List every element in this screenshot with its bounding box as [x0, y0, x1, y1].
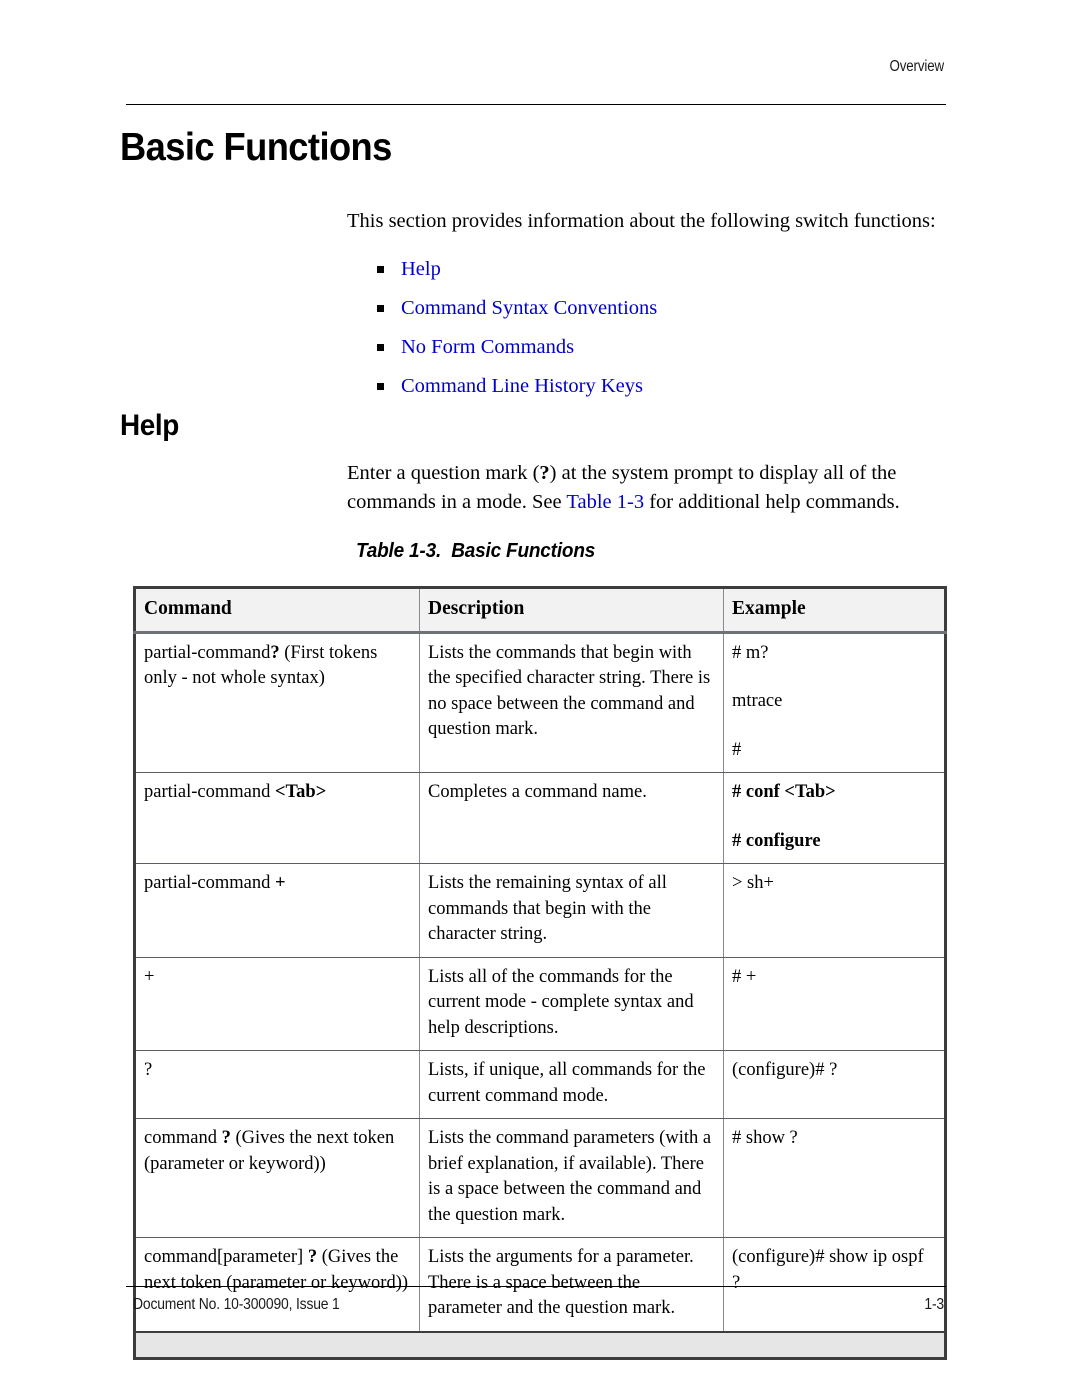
cell-example: (configure)# ?: [723, 1050, 947, 1119]
example-line: # m?: [732, 642, 769, 663]
table-header-row: Command Description Example: [133, 586, 947, 634]
table-caption-title: Basic Functions: [451, 540, 596, 562]
help-paragraph: Enter a question mark (?) at the system …: [347, 459, 907, 516]
cell-example: # conf <Tab> # configure: [723, 772, 947, 864]
example-line: # show ?: [732, 1128, 798, 1148]
table-row: command ? (Gives the next token (paramet…: [133, 1118, 947, 1238]
footer-rule: [126, 1286, 946, 1287]
intro-paragraph: This section provides information about …: [347, 210, 936, 232]
table-caption: Table 1-3. Basic Functions: [356, 540, 595, 563]
cell-command: +: [133, 956, 420, 1051]
link-command-line-history-keys[interactable]: Command Line History Keys: [401, 375, 643, 397]
link-command-syntax-conventions[interactable]: Command Syntax Conventions: [401, 297, 657, 319]
table-footer-row: [133, 1330, 947, 1360]
link-no-form-commands[interactable]: No Form Commands: [401, 336, 574, 358]
square-bullet-icon: [377, 383, 384, 390]
table-row: + Lists all of the commands for the curr…: [133, 956, 947, 1051]
command-text: ?: [144, 1060, 153, 1080]
example-line: (configure)# show ip ospf ?: [732, 1247, 924, 1293]
table-footer: [133, 1330, 947, 1360]
table-caption-label: Table 1-3.: [356, 540, 442, 562]
cell-command: command[parameter] ? (Gives the next tok…: [133, 1237, 420, 1332]
command-text: partial-command: [144, 873, 275, 893]
example-line: # configure: [732, 830, 821, 851]
cell-command: partial-command +: [133, 863, 420, 958]
help-text-part-3: for additional help commands.: [644, 490, 900, 513]
section-link-list: Help Command Syntax Conventions No Form …: [377, 255, 937, 411]
column-header-description: Description: [419, 586, 724, 634]
command-emphasis: ?: [270, 642, 280, 663]
command-text: command: [144, 1128, 222, 1148]
example-line: # +: [732, 966, 757, 987]
example-line: (configure)# ?: [732, 1060, 838, 1080]
example-line: # conf <Tab>: [732, 782, 836, 802]
table-row: command[parameter] ? (Gives the next tok…: [133, 1237, 947, 1332]
table-footer-band: [133, 1330, 947, 1360]
list-item: Command Line History Keys: [377, 372, 937, 411]
cell-description: Lists the command parameters (with a bri…: [419, 1118, 724, 1238]
command-emphasis: +: [275, 873, 286, 893]
cell-description: Lists all of the commands for the curren…: [419, 956, 724, 1051]
cell-example: > sh+: [723, 863, 947, 958]
basic-functions-table-wrapper: Command Description Example partial-comm…: [133, 586, 947, 1360]
cell-description: Lists, if unique, all commands for the c…: [419, 1050, 724, 1119]
list-item: No Form Commands: [377, 333, 937, 372]
column-header-command: Command: [133, 586, 420, 634]
help-question-mark: ?: [539, 462, 550, 484]
column-header-example: Example: [723, 586, 947, 634]
square-bullet-icon: [377, 305, 384, 312]
command-text: partial-command: [144, 782, 275, 802]
cell-example: # show ?: [723, 1118, 947, 1238]
list-item: Help: [377, 255, 937, 294]
table-header: Command Description Example: [133, 586, 947, 634]
command-emphasis: ?: [307, 1247, 318, 1267]
table-row: partial-command <Tab> Completes a comman…: [133, 772, 947, 864]
section-heading-help: Help: [120, 409, 179, 442]
example-line: mtrace: [732, 691, 783, 711]
cell-command: command ? (Gives the next token (paramet…: [133, 1118, 420, 1238]
command-emphasis: <Tab>: [275, 782, 327, 802]
header-rule: [126, 104, 946, 105]
cell-description: Lists the commands that begin with the s…: [419, 631, 724, 773]
link-table-1-3[interactable]: Table 1-3: [566, 491, 644, 513]
command-text: partial-command: [144, 642, 271, 663]
cell-description: Completes a command name.: [419, 772, 724, 864]
table-row: partial-command? (First tokens only - no…: [133, 631, 947, 773]
table-row: partial-command + Lists the remaining sy…: [133, 863, 947, 958]
running-head: Overview: [889, 58, 944, 75]
square-bullet-icon: [377, 266, 384, 273]
list-item: Command Syntax Conventions: [377, 294, 937, 333]
example-line: #: [732, 739, 742, 760]
example-line: > sh+: [732, 873, 774, 893]
cell-example: # m? mtrace #: [723, 631, 947, 773]
basic-functions-table: Command Description Example partial-comm…: [133, 586, 947, 1360]
table-row: ? Lists, if unique, all commands for the…: [133, 1050, 947, 1119]
command-text: command[parameter]: [144, 1247, 308, 1267]
cell-description: Lists the remaining syntax of all comman…: [419, 863, 724, 958]
cell-command: partial-command? (First tokens only - no…: [133, 631, 420, 773]
cell-command: ?: [133, 1050, 420, 1119]
command-text: +: [144, 966, 155, 987]
page-title: Basic Functions: [120, 126, 392, 169]
help-text-part-1: Enter a question mark (: [347, 462, 540, 484]
table-body: partial-command? (First tokens only - no…: [133, 631, 947, 1332]
footer-page-number: 1-3: [924, 1296, 944, 1313]
cell-description: Lists the arguments for a parameter. The…: [419, 1237, 724, 1332]
square-bullet-icon: [377, 344, 384, 351]
cell-example: # +: [723, 956, 947, 1051]
link-help[interactable]: Help: [401, 258, 441, 280]
cell-example: (configure)# show ip ospf ?: [723, 1237, 947, 1332]
document-page: Overview Basic Functions This section pr…: [0, 0, 1080, 1397]
cell-command: partial-command <Tab>: [133, 772, 420, 864]
command-emphasis: ?: [221, 1128, 231, 1148]
